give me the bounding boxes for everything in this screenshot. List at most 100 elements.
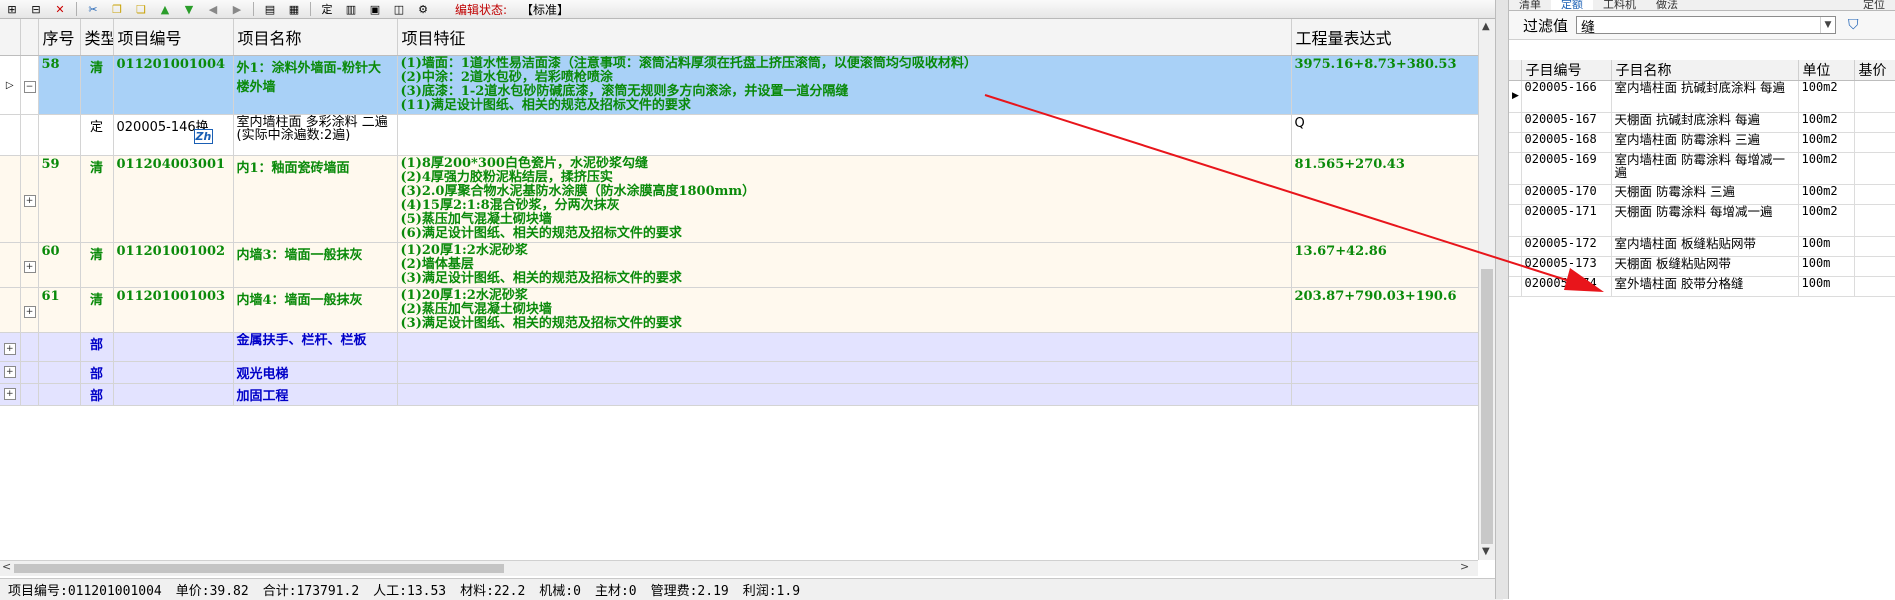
row-feature[interactable]: (1)20厚1:2水泥砂浆 (2)墙体基层 (3)满足设计图纸、相关的规范及招标… xyxy=(397,242,1292,288)
row-expander[interactable]: + xyxy=(20,242,39,288)
table-row[interactable]: + 60 清 011201001002 内墙3：墙面一般抹灰 (1)20厚1:2… xyxy=(0,242,1479,288)
row-selector-icon[interactable]: ▷ xyxy=(0,55,21,115)
scroll-down-icon[interactable]: ▼ xyxy=(1482,546,1490,557)
tab-locate[interactable]: 定位 xyxy=(1853,0,1895,10)
tab-material[interactable]: 工料机 xyxy=(1593,0,1646,10)
expand-icon[interactable]: + xyxy=(3,342,16,355)
row-name[interactable]: 观光电梯 xyxy=(233,361,398,384)
scroll-left-icon[interactable]: < xyxy=(2,560,11,573)
table-row[interactable]: 定 020005-146换 Zh 室内墙柱面 多彩涂料 二遍(实际中涂遍数:2遍… xyxy=(0,114,1479,156)
tab-bill[interactable]: 清单 xyxy=(1509,0,1551,10)
row-name[interactable]: 内墙4：墙面一般抹灰 xyxy=(233,287,398,333)
row-expander[interactable]: + xyxy=(0,383,21,406)
quota-row[interactable]: 020005-174 室外墙柱面 胶带分格缝 100m xyxy=(1509,276,1895,297)
table-row[interactable]: + 59 清 011204003001 内1：釉面瓷砖墙面 (1)8厚200*3… xyxy=(0,155,1479,243)
row-name[interactable]: 金属扶手、栏杆、栏板 xyxy=(233,332,398,362)
row-expander[interactable]: + xyxy=(0,361,21,384)
col-sub-code-header[interactable]: 子目编号 xyxy=(1521,60,1612,81)
col-name-header[interactable]: 项目名称 xyxy=(233,19,398,56)
col-unit-header[interactable]: 单位 xyxy=(1798,60,1855,81)
row-code[interactable]: 011201001002 xyxy=(113,242,234,288)
section-row[interactable]: + 部 观光电梯 xyxy=(0,361,1479,384)
expand-icon[interactable]: + xyxy=(23,305,36,318)
row-expr[interactable]: 3975.16+8.73+380.53 xyxy=(1291,55,1479,115)
expand-icon[interactable]: + xyxy=(23,260,36,273)
scroll-thumb[interactable] xyxy=(1481,269,1493,544)
row-expr[interactable]: Q xyxy=(1291,114,1479,156)
filter-input[interactable]: 缝 ▼ xyxy=(1576,16,1837,36)
quota-icon[interactable]: 定 xyxy=(318,2,336,16)
section-row[interactable]: + 部 金属扶手、栏杆、栏板 xyxy=(0,332,1479,362)
quota-row[interactable]: 020005-171 天棚面 防霉涂料 每增减一遍 100m2 xyxy=(1509,204,1895,237)
quota-row[interactable]: 020005-170 天棚面 防霉涂料 三遍 100m2 xyxy=(1509,184,1895,205)
tab-method[interactable]: 做法 xyxy=(1646,0,1688,10)
table-row[interactable]: + 61 清 011201001003 内墙4：墙面一般抹灰 (1)20厚1:2… xyxy=(0,287,1479,333)
expand-icon[interactable]: + xyxy=(3,388,16,400)
arrow-left-icon[interactable]: ◀ xyxy=(204,2,222,16)
expand-icon[interactable]: + xyxy=(3,366,16,378)
row-code[interactable]: 011204003001 xyxy=(113,155,234,243)
row-feature[interactable]: (1)20厚1:2水泥砂浆 (2)蒸压加气混凝土砌块墙 (3)满足设计图纸、相关… xyxy=(397,287,1292,333)
cut-icon[interactable]: ✂ xyxy=(84,2,102,16)
chart-icon[interactable]: ▦ xyxy=(285,2,303,16)
table-row[interactable]: ▷ − 58 清 011201001004 外1：涂料外墙面-粉针大楼外墙 (1… xyxy=(0,55,1479,115)
row-name[interactable]: 室内墙柱面 多彩涂料 二遍(实际中涂遍数:2遍) xyxy=(233,114,398,156)
move-up-icon[interactable]: ▲ xyxy=(156,2,174,16)
quota-row[interactable]: 020005-172 室内墙柱面 板缝粘贴网带 100m xyxy=(1509,236,1895,257)
vertical-scrollbar[interactable]: ▲ ▼ xyxy=(1478,19,1496,560)
move-down-icon[interactable]: ▼ xyxy=(180,2,198,16)
row-expr[interactable]: 13.67+42.86 xyxy=(1291,242,1479,288)
row-code[interactable]: 020005-146换 Zh xyxy=(113,114,234,156)
row-selector[interactable] xyxy=(0,155,21,243)
row-name[interactable]: 加固工程 xyxy=(233,383,398,406)
col-code-header[interactable]: 项目编号 xyxy=(113,19,234,56)
col-price-header[interactable]: 基价 xyxy=(1854,60,1895,81)
quota-row[interactable]: 020005-167 天棚面 抗碱封底涂料 每遍 100m2 xyxy=(1509,112,1895,133)
row-selector[interactable] xyxy=(0,114,21,156)
delete-icon[interactable]: ✕ xyxy=(51,2,69,16)
copy-icon[interactable]: ❐ xyxy=(108,2,126,16)
image-icon[interactable]: ▣ xyxy=(366,2,384,16)
col-type-header[interactable]: 类型 xyxy=(80,19,114,56)
layout-icon[interactable]: ◫ xyxy=(390,2,408,16)
scroll-thumb[interactable] xyxy=(14,564,504,573)
row-expander[interactable]: + xyxy=(0,332,21,362)
arrow-right-icon[interactable]: ▶ xyxy=(228,2,246,16)
row-code[interactable]: 011201001003 xyxy=(113,287,234,333)
scroll-right-icon[interactable]: > xyxy=(1460,560,1469,573)
grid-icon[interactable]: ▥ xyxy=(342,2,360,16)
insert-icon[interactable]: ⊞ xyxy=(3,2,21,16)
col-sub-name-header[interactable]: 子目名称 xyxy=(1611,60,1799,81)
row-feature[interactable] xyxy=(397,114,1292,156)
row-selector[interactable] xyxy=(0,287,21,333)
collapse-icon[interactable]: − xyxy=(23,80,36,93)
paste-icon[interactable]: ❏ xyxy=(132,2,150,16)
tools-icon[interactable]: ⚙ xyxy=(414,2,432,16)
panel-splitter[interactable] xyxy=(1495,0,1509,599)
row-feature[interactable]: (1)墙面：1道水性易洁面漆（注意事项：滚筒沾料厚须在托盘上挤压滚筒，以便滚筒均… xyxy=(397,55,1292,115)
expand-icon[interactable]: + xyxy=(23,194,36,207)
quota-row[interactable]: 020005-169 室内墙柱面 防霉涂料 每增减一遍 100m2 xyxy=(1509,152,1895,185)
row-feature[interactable]: (1)8厚200*300白色瓷片，水泥砂浆勾缝 (2)4厚强力胶粉泥粘结层，揉挤… xyxy=(397,155,1292,243)
scroll-up-icon[interactable]: ▲ xyxy=(1482,21,1490,32)
add-child-icon[interactable]: ⊟ xyxy=(27,2,45,16)
col-expr-header[interactable]: 工程量表达式 xyxy=(1291,19,1479,56)
horizontal-scrollbar[interactable]: < > xyxy=(0,560,1478,576)
quota-row[interactable]: ▶ 020005-166 室内墙柱面 抗碱封底涂料 每遍 100m2 xyxy=(1509,80,1895,113)
row-selector[interactable] xyxy=(0,242,21,288)
row-expr[interactable]: 203.87+790.03+190.6 xyxy=(1291,287,1479,333)
row-name[interactable]: 内墙3：墙面一般抹灰 xyxy=(233,242,398,288)
col-seq-header[interactable]: 序号 xyxy=(38,19,81,56)
view-icon[interactable]: ▤ xyxy=(261,2,279,16)
chevron-down-icon[interactable]: ▼ xyxy=(1820,17,1835,33)
quota-row[interactable]: 020005-173 天棚面 板缝粘贴网带 100m xyxy=(1509,256,1895,277)
row-expander[interactable]: − xyxy=(20,55,39,115)
row-name[interactable]: 内1：釉面瓷砖墙面 xyxy=(233,155,398,243)
row-expander[interactable]: + xyxy=(20,287,39,333)
quota-row[interactable]: 020005-168 室内墙柱面 防霉涂料 三遍 100m2 xyxy=(1509,132,1895,153)
section-row[interactable]: + 部 加固工程 xyxy=(0,383,1479,406)
row-expander[interactable]: + xyxy=(20,155,39,243)
tab-quota[interactable]: 定额 xyxy=(1551,0,1593,10)
filter-icon[interactable]: ⛉ xyxy=(1848,17,1859,33)
row-name[interactable]: 外1：涂料外墙面-粉针大楼外墙 xyxy=(233,55,398,115)
